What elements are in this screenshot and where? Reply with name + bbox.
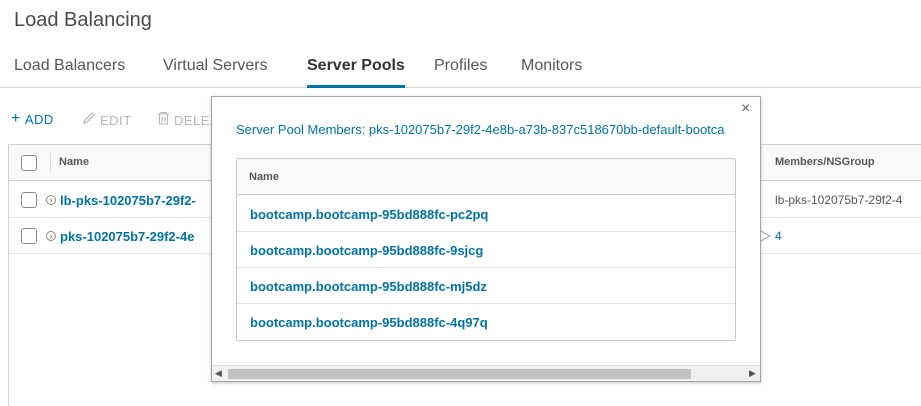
column-header-name[interactable]: Name [249,171,279,183]
member-link[interactable]: bootcamp.bootcamp-95bd888fc-9sjcg [250,243,483,258]
header-divider [50,153,51,173]
delete-button[interactable]: DELE [157,111,210,129]
row-checkbox[interactable] [21,228,37,244]
row-members-link[interactable]: 4 [775,229,782,243]
row-checkbox[interactable] [21,192,37,208]
column-header-name[interactable]: Name [59,156,89,168]
tab-profiles[interactable]: Profiles [434,57,487,88]
members-table-header: Name [237,159,735,195]
tab-server-pools[interactable]: Server Pools [307,57,405,88]
add-button-label: ADD [24,111,54,127]
member-link[interactable]: bootcamp.bootcamp-95bd888fc-mj5dz [250,279,487,294]
column-header-members[interactable]: Members/NSGroup [775,156,875,168]
tab-load-balancers[interactable]: Load Balancers [14,57,125,88]
delete-button-label: DELE [174,112,210,128]
pencil-icon [82,111,96,129]
members-table: Name bootcamp.bootcamp-95bd888fc-pc2pq b… [236,158,736,341]
member-link[interactable]: bootcamp.bootcamp-95bd888fc-pc2pq [250,207,488,222]
expand-row-icon[interactable]: › [46,231,56,241]
scroll-right-icon[interactable]: ▶ [749,368,756,379]
popover-title: Server Pool Members: pks-102075b7-29f2-4… [236,122,725,137]
expand-row-icon[interactable]: › [46,195,56,205]
close-icon[interactable]: × [741,101,750,117]
list-item[interactable]: bootcamp.bootcamp-95bd888fc-pc2pq [237,196,735,232]
member-link[interactable]: bootcamp.bootcamp-95bd888fc-4q97q [250,315,488,330]
row-name-link[interactable]: pks-102075b7-29f2-4e [60,229,194,244]
page-title: Load Balancing [14,9,152,31]
horizontal-scrollbar[interactable]: ◀ ▶ [212,365,760,381]
tab-monitors[interactable]: Monitors [521,57,582,88]
plus-icon: + [11,110,21,127]
edit-button-label: EDIT [100,112,132,128]
row-members: lb-pks-102075b7-29f2-4 [775,193,903,207]
select-all-checkbox[interactable] [21,155,37,171]
server-pool-members-popover: × Server Pool Members: pks-102075b7-29f2… [211,96,761,382]
trash-icon [157,111,170,129]
scroll-left-icon[interactable]: ◀ [215,368,222,379]
edit-button[interactable]: EDIT [82,111,132,129]
list-item[interactable]: bootcamp.bootcamp-95bd888fc-4q97q [237,304,735,340]
tab-virtual-servers[interactable]: Virtual Servers [163,57,268,88]
list-item[interactable]: bootcamp.bootcamp-95bd888fc-9sjcg [237,232,735,268]
tab-bar: Load Balancers Virtual Servers Server Po… [0,52,921,88]
list-item[interactable]: bootcamp.bootcamp-95bd888fc-mj5dz [237,268,735,304]
add-button[interactable]: + ADD [11,111,54,127]
row-name-link[interactable]: lb-pks-102075b7-29f2- [60,193,196,208]
scrollbar-thumb[interactable] [228,369,691,379]
